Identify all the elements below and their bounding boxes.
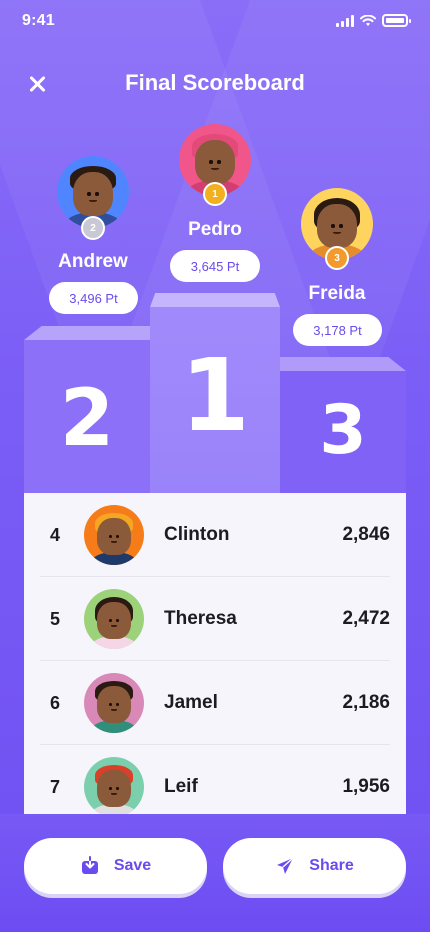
- avatar-freida: 3: [301, 188, 373, 270]
- share-button[interactable]: Share: [223, 838, 406, 894]
- battery-icon: [382, 14, 411, 27]
- leaderboard-list[interactable]: 4 Clinton 2,846 5 Theresa 2,472 6 Jamel …: [24, 493, 406, 814]
- list-item[interactable]: 6 Jamel 2,186: [24, 661, 406, 745]
- medal-icon: 1: [203, 182, 227, 206]
- wifi-icon: [360, 14, 376, 26]
- list-item[interactable]: 7 Leif 1,956: [24, 745, 406, 814]
- avatar: [84, 673, 144, 733]
- podium-third: 3: [280, 357, 406, 494]
- save-button[interactable]: Save: [24, 838, 207, 894]
- podium-rank-second: 2: [59, 374, 115, 464]
- send-icon: [277, 857, 294, 874]
- row-name: Jamel: [164, 692, 218, 713]
- row-score: 2,846: [342, 524, 390, 545]
- status-icons: [336, 14, 411, 27]
- avatar: [84, 505, 144, 565]
- row-name: Theresa: [164, 608, 237, 629]
- avatar: [84, 757, 144, 814]
- row-score: 1,956: [342, 776, 390, 797]
- podium-score-first: 3,645 Pt: [170, 250, 260, 282]
- podium-score-third: 3,178 Pt: [293, 314, 382, 346]
- row-score: 2,186: [342, 692, 390, 713]
- row-rank: 7: [50, 777, 61, 797]
- list-item[interactable]: 4 Clinton 2,846: [24, 493, 406, 577]
- row-name: Leif: [164, 776, 198, 797]
- list-item[interactable]: 5 Theresa 2,472: [24, 577, 406, 661]
- save-label: Save: [113, 857, 152, 874]
- avatar-andrew: 2: [57, 156, 129, 240]
- row-score: 2,472: [342, 608, 390, 629]
- podium-score-second: 3,496 Pt: [49, 282, 138, 314]
- avatar: [84, 589, 144, 649]
- row-rank: 6: [50, 693, 61, 713]
- status-time: 9:41: [22, 12, 55, 29]
- podium-rank-third: 3: [319, 391, 367, 470]
- podium-name-second: Andrew: [58, 251, 128, 272]
- row-name: Clinton: [164, 524, 230, 545]
- page-title: Final Scoreboard: [125, 70, 305, 95]
- row-rank: 5: [50, 609, 61, 629]
- row-rank: 4: [50, 525, 61, 545]
- share-label: Share: [309, 857, 354, 874]
- podium-rank-first: 1: [180, 337, 250, 454]
- medal-icon: 2: [81, 216, 105, 240]
- avatar-pedro: 1: [179, 124, 251, 206]
- status-bar: 9:41: [0, 0, 430, 44]
- download-icon: [81, 856, 98, 874]
- podium-second: 2: [24, 326, 150, 494]
- signal-icon: [336, 14, 354, 27]
- podium-name-third: Freida: [308, 283, 366, 304]
- medal-icon: 3: [325, 246, 349, 270]
- podium-first: 1: [150, 293, 280, 494]
- scoreboard-screen: 9:41 Final Scoreboard 2 1 3 2 Andrew 3,4…: [0, 0, 430, 932]
- podium-name-first: Pedro: [188, 219, 242, 240]
